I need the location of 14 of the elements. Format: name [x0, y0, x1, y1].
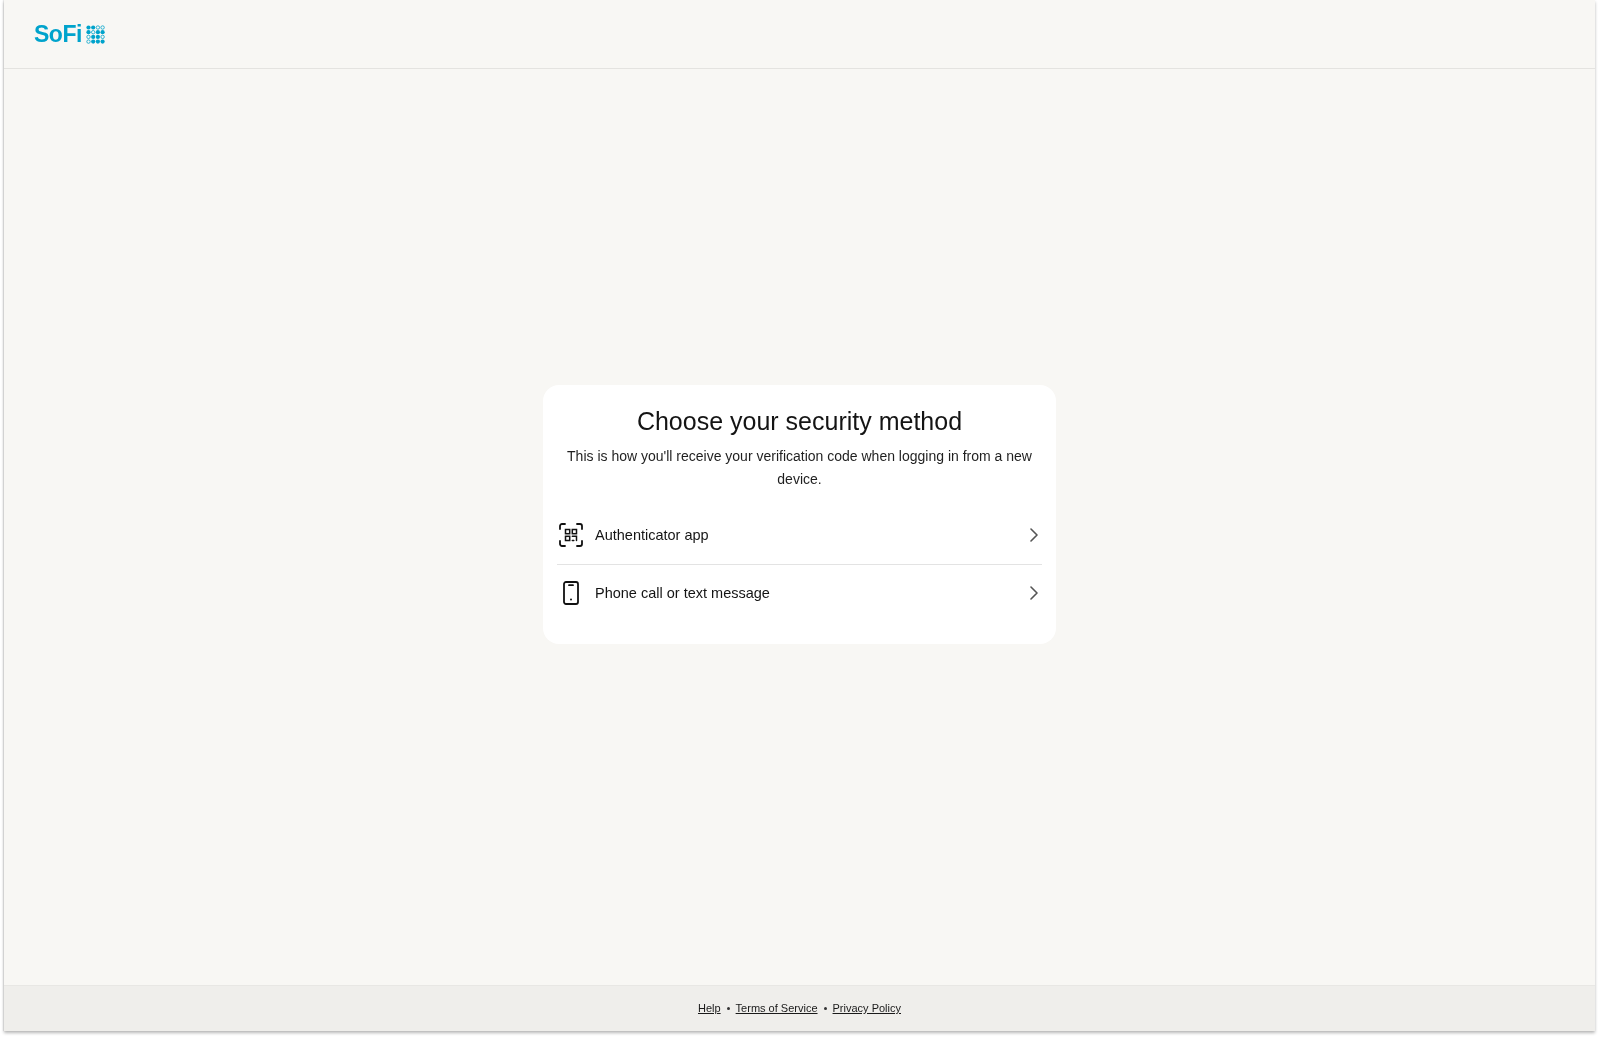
card-title: Choose your security method	[636, 405, 963, 437]
phone-icon	[563, 581, 579, 605]
card-description: This is how you'll receive your verification code when logging in from a new device.	[566, 446, 1033, 489]
footer-link[interactable]: Help	[698, 1002, 721, 1014]
dot-grid-icon	[85, 24, 105, 44]
method-option[interactable]: Phone call or text message	[557, 564, 1042, 622]
footer-link[interactable]: Terms of Service	[735, 1002, 818, 1014]
chevron-right-icon	[1030, 528, 1038, 542]
footer-link[interactable]: Privacy Policy	[832, 1002, 901, 1014]
chevron-right-icon	[1030, 586, 1038, 600]
bullet-icon	[726, 1006, 730, 1010]
method-option[interactable]: Authenticator app	[557, 506, 1042, 564]
qr-scan-icon	[559, 523, 583, 547]
bullet-icon	[823, 1006, 827, 1010]
